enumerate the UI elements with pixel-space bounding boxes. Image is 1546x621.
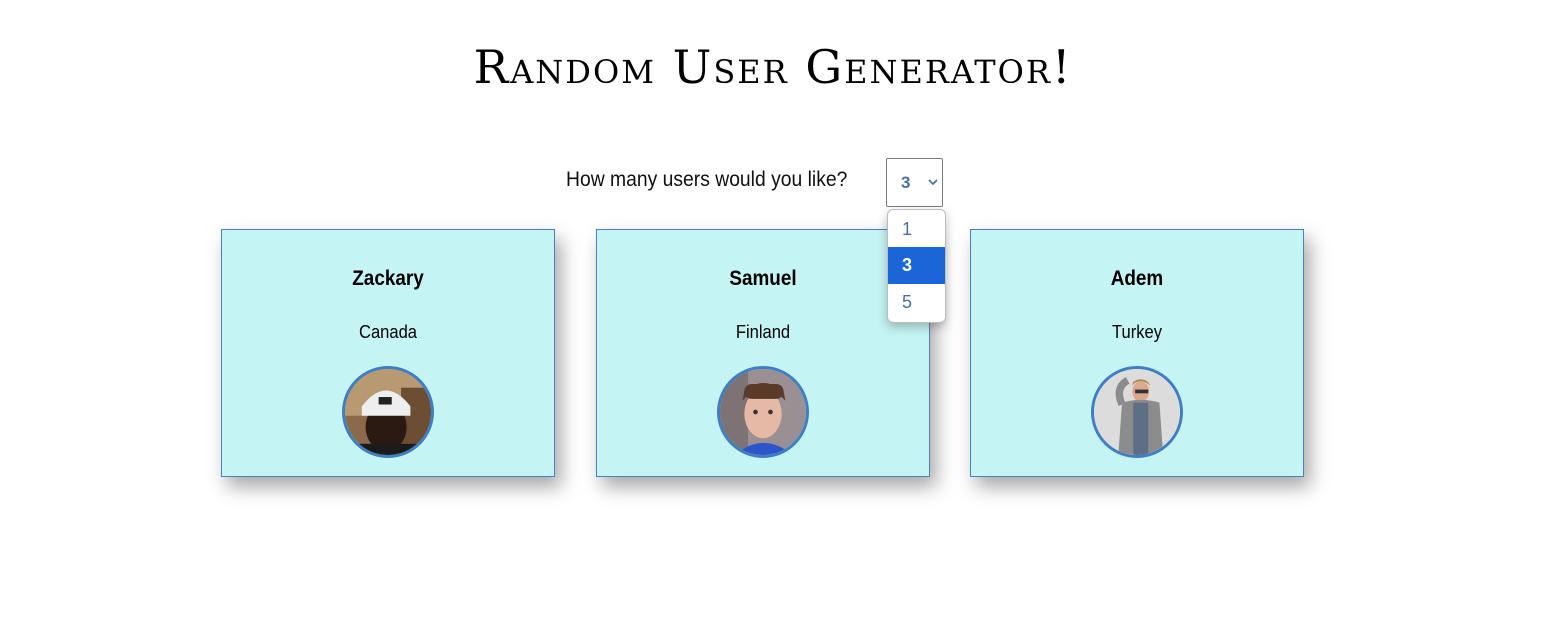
user-photo [720,369,806,455]
user-card: Zackary Canada [221,229,555,477]
user-count-select[interactable]: 3 [886,158,943,207]
user-count-label: How many users would you like? [566,168,848,191]
user-photo [345,369,431,455]
user-country: Turkey [1112,322,1162,342]
user-photo [1094,369,1180,455]
avatar [1091,366,1183,458]
option-1[interactable]: 1 [888,211,945,248]
avatar [717,366,809,458]
user-count-dropdown: 1 3 5 [887,209,946,323]
user-card: Adem Turkey [970,229,1304,477]
option-3[interactable]: 3 [888,247,945,284]
chevron-down-icon [928,179,938,186]
user-name: Zackary [352,267,424,290]
option-5[interactable]: 5 [888,284,945,321]
user-country: Finland [735,322,791,342]
user-country: Canada [358,322,418,342]
user-name: Samuel [729,267,797,290]
page-title: Random User Generator! [473,40,1073,94]
user-card: Samuel Finland [596,229,930,477]
selected-count-value: 3 [901,173,911,192]
user-name: Adem [1110,267,1164,290]
avatar [342,366,434,458]
